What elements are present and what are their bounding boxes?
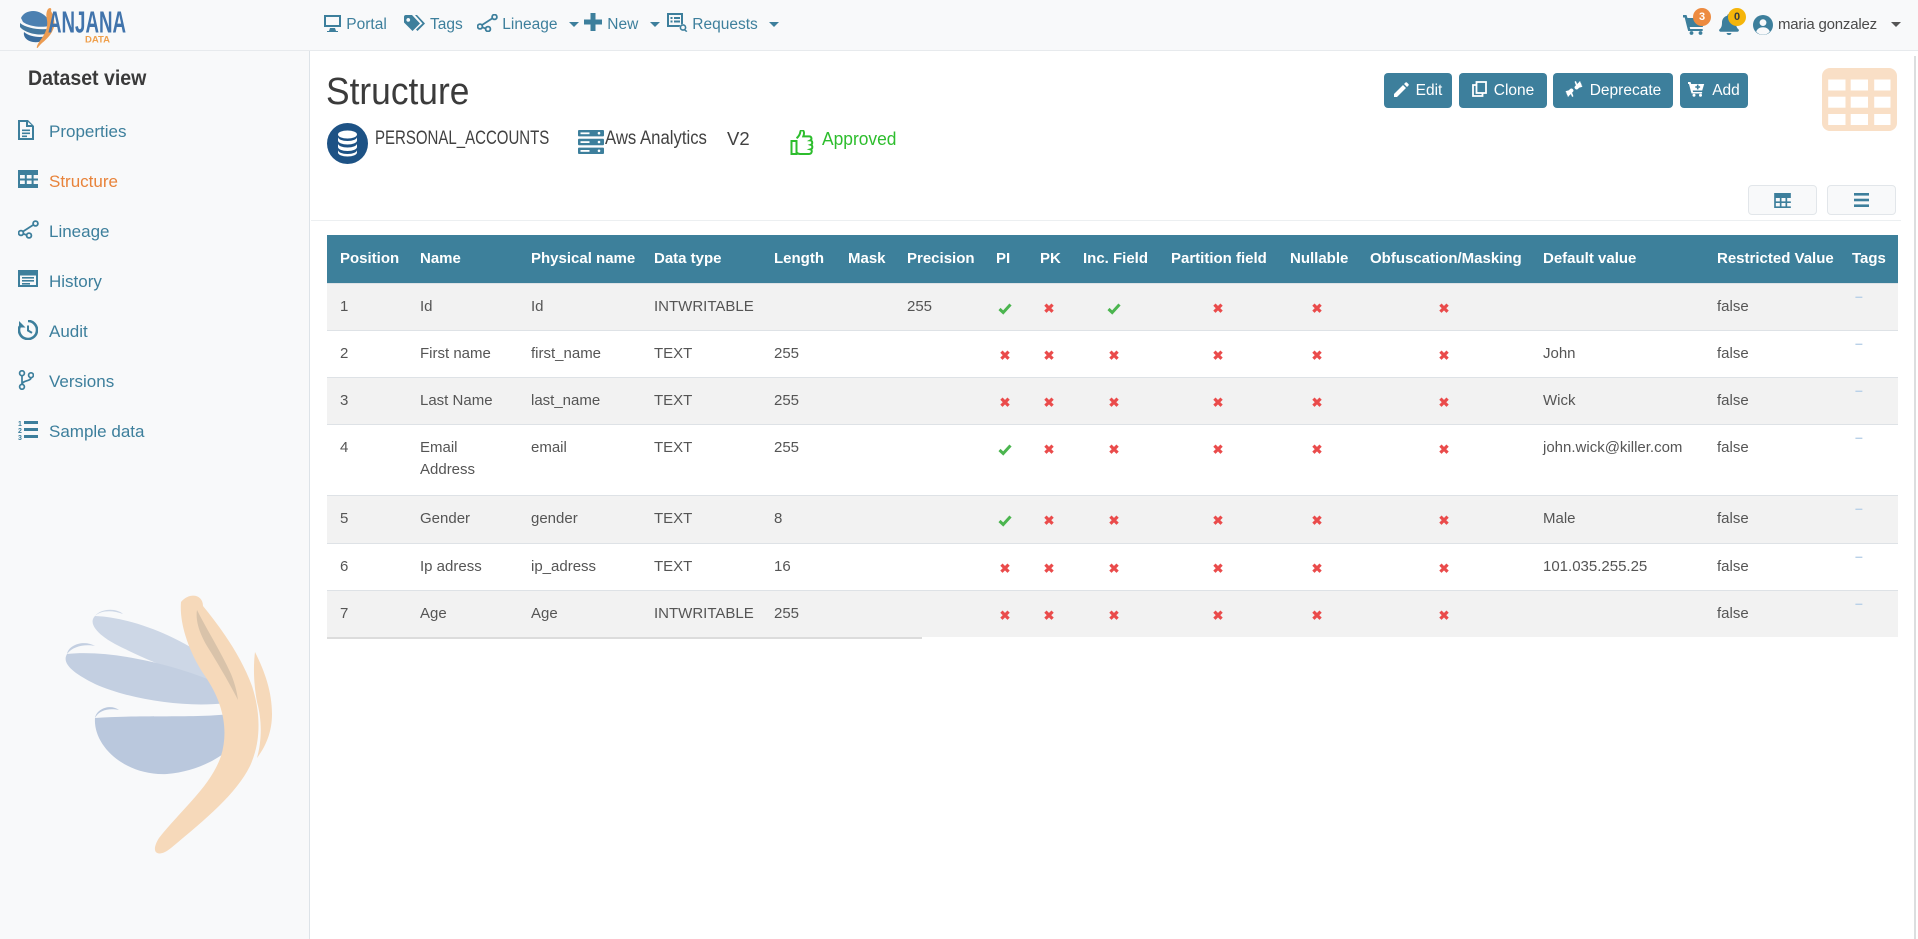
svg-text:DATA: DATA xyxy=(85,35,110,46)
svg-text:1: 1 xyxy=(18,421,22,428)
svg-text:3: 3 xyxy=(18,435,22,440)
svg-text:2: 2 xyxy=(18,428,22,435)
